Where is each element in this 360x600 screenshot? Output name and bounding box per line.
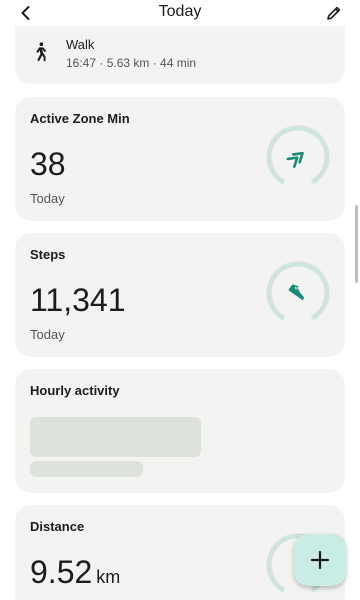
active-zone-progress-ring <box>266 125 330 184</box>
walk-summary: 16:47 · 5.63 km · 44 min <box>66 56 197 70</box>
distance-title: Distance <box>30 519 85 534</box>
hourly-activity-title: Hourly activity <box>30 383 120 398</box>
steps-title: Steps <box>30 247 66 262</box>
steps-period: Today <box>30 327 65 342</box>
distance-value-row: 9.52 km <box>30 554 120 595</box>
shoe-icon <box>288 284 304 301</box>
steps-progress-ring <box>266 261 330 320</box>
add-button[interactable] <box>294 534 346 586</box>
loading-placeholder <box>30 461 143 477</box>
hourly-activity-card[interactable]: Hourly activity <box>15 369 345 493</box>
active-zone-value: 38 <box>30 146 66 182</box>
pencil-icon <box>327 6 341 20</box>
active-zone-period: Today <box>30 191 65 206</box>
active-zone-title: Active Zone Min <box>30 111 130 126</box>
today-screen: Walk 16:47 · 5.63 km · 44 min Active Zon… <box>0 0 360 600</box>
steps-card[interactable]: Steps 11,341 Today <box>15 233 345 357</box>
page-title: Today <box>158 3 202 20</box>
distance-value: 9.52 <box>30 554 93 590</box>
double-chevron-icon <box>286 151 304 168</box>
walking-person-icon <box>36 42 47 62</box>
walk-title: Walk <box>66 37 95 52</box>
chevron-left-icon <box>21 6 30 20</box>
steps-value: 11,341 <box>30 282 126 318</box>
distance-unit: km <box>96 567 121 587</box>
active-zone-minutes-card[interactable]: Active Zone Min 38 Today <box>15 97 345 221</box>
top-app-bar: Today <box>0 0 360 26</box>
loading-placeholder <box>30 417 201 457</box>
back-button[interactable] <box>14 1 38 25</box>
scrollbar[interactable] <box>355 205 358 283</box>
edit-button[interactable] <box>322 1 346 25</box>
plus-icon <box>310 550 330 570</box>
